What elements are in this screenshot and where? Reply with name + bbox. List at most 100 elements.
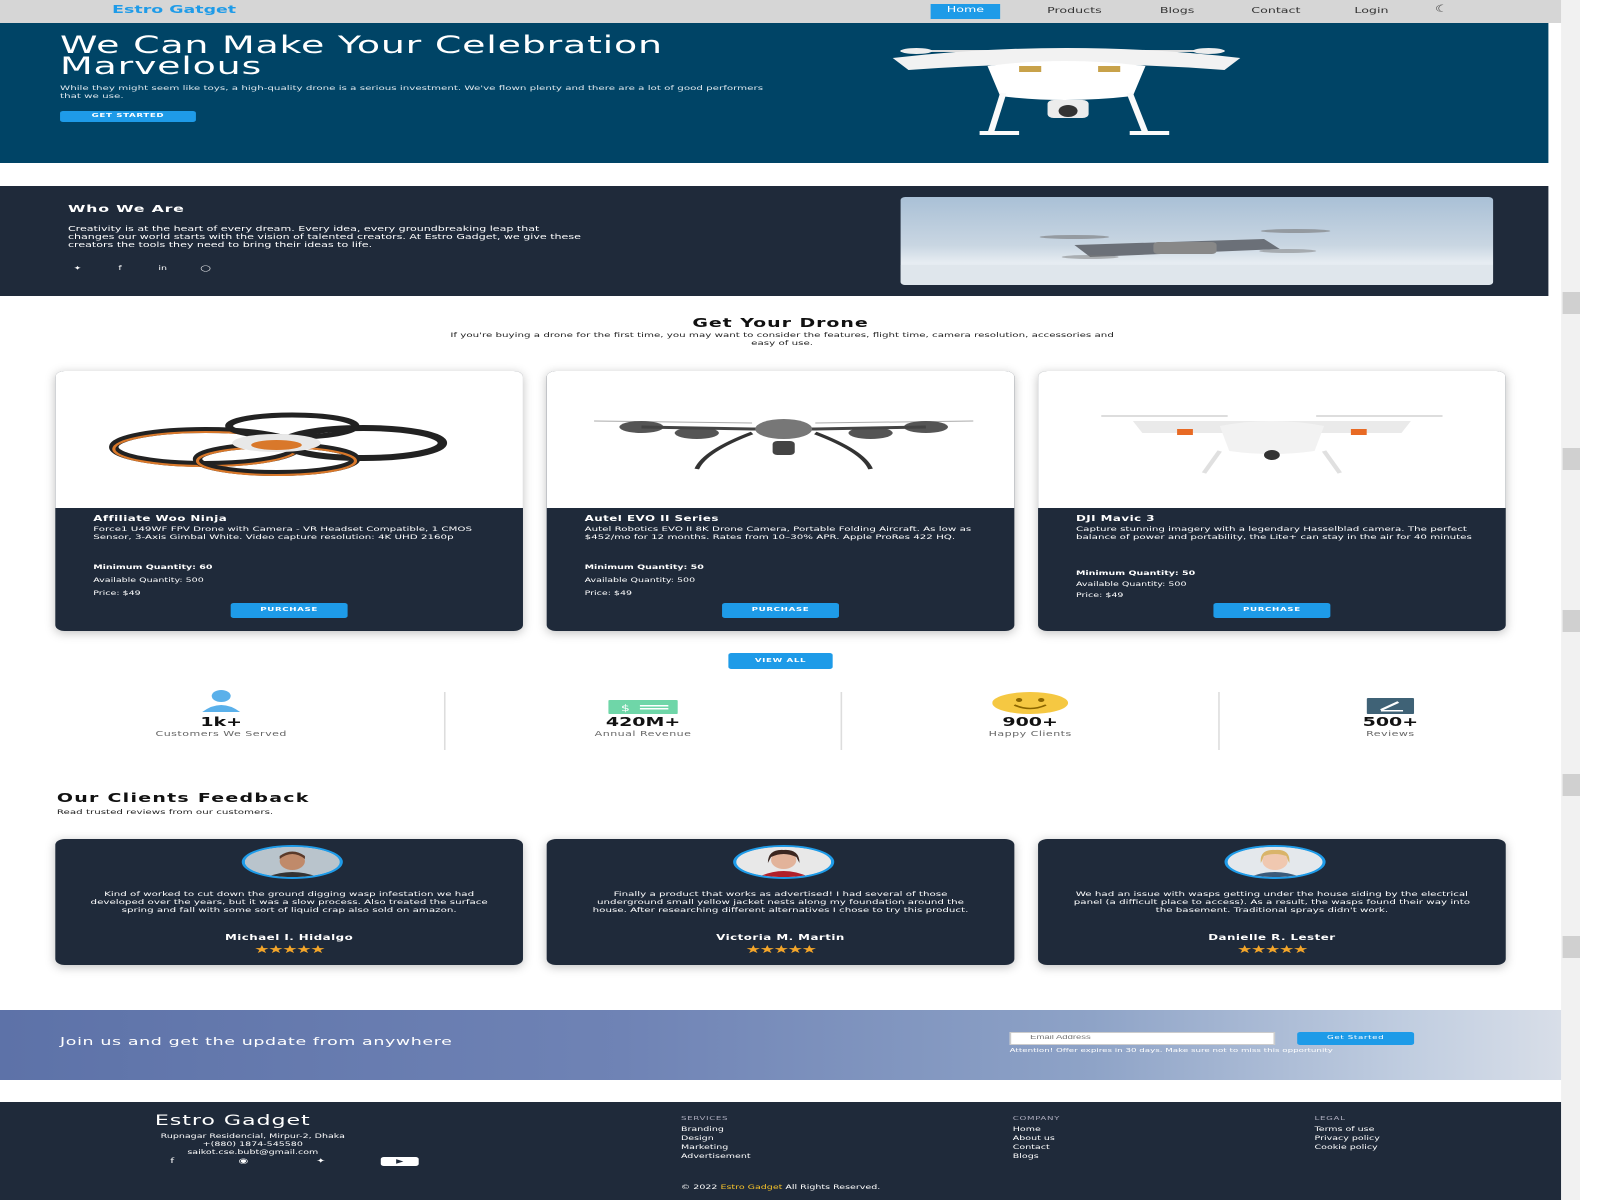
product-name: Affiliate Woo Ninja — [93, 514, 228, 523]
footer-link[interactable]: Marketing — [681, 1144, 728, 1151]
youtube-icon[interactable]: ▶ — [380, 1157, 419, 1166]
money-icon: $ — [608, 700, 678, 714]
purchase-button[interactable]: PURCHASE — [722, 603, 839, 618]
footer-company-heading: COMPANY — [1012, 1116, 1061, 1122]
stat-value: 900+ — [1002, 715, 1058, 729]
footer-services-heading: SERVICES — [680, 1116, 729, 1122]
feedback-name: Victoria M. Martin — [716, 933, 845, 942]
stat-value: 1k+ — [200, 715, 243, 729]
footer-legal-heading: LEGAL — [1314, 1116, 1346, 1122]
footer-link[interactable]: Privacy policy — [1315, 1135, 1380, 1142]
get-started-button[interactable]: GET STARTED — [60, 111, 196, 122]
footer-link[interactable]: Contact — [1013, 1144, 1050, 1151]
product-description: Autel Robotics EVO II 8K Drone Camera, P… — [584, 525, 972, 541]
hero-drone-image — [892, 48, 1241, 135]
product-min-qty: Minimum Quantity: 50 — [1075, 570, 1196, 577]
newsletter-heading: Join us and get the update from anywhere — [60, 1035, 453, 1048]
facebook-icon[interactable]: f — [164, 1157, 180, 1165]
product-available-qty: Available Quantity: 500 — [93, 577, 204, 584]
scrollbar-thumb[interactable] — [1562, 292, 1580, 314]
footer-link[interactable]: Terms of use — [1315, 1126, 1375, 1133]
feedback-text: Kind of worked to cut down the ground di… — [90, 890, 488, 914]
instagram-icon[interactable]: ◉ — [232, 1157, 254, 1165]
product-image — [1038, 371, 1506, 508]
scrollbar-thumb[interactable] — [1562, 610, 1580, 632]
product-available-qty: Available Quantity: 500 — [1075, 581, 1187, 588]
facebook-icon[interactable]: f — [112, 265, 128, 272]
feedback-name: Danielle R. Lester — [1208, 933, 1336, 942]
user-icon — [202, 690, 241, 712]
stat-label: Reviews — [1366, 730, 1415, 738]
who-drone-image — [900, 197, 1494, 285]
footer-link[interactable]: Blogs — [1013, 1153, 1039, 1160]
linkedin-icon[interactable]: in — [155, 265, 171, 272]
copyright: © 2022 Estro Gadget All Rights Reserved. — [0, 1184, 1561, 1191]
avatar — [241, 845, 343, 879]
footer-link[interactable]: About us — [1013, 1135, 1055, 1142]
scrollbar-thumb[interactable] — [1562, 936, 1580, 958]
footer-link[interactable]: Advertisement — [681, 1153, 751, 1160]
brand-logo[interactable]: Estro Gatget — [112, 3, 236, 16]
purchase-button[interactable]: PURCHASE — [1213, 603, 1331, 618]
feedback-subtitle: Read trusted reviews from our customers. — [56, 808, 274, 816]
email-input[interactable] — [1009, 1032, 1276, 1045]
star-rating-icon: ★★★★★ — [1236, 943, 1309, 956]
subscribe-button[interactable]: Get Started — [1297, 1032, 1415, 1045]
footer-link[interactable]: Cookie policy — [1315, 1144, 1378, 1151]
stat-divider — [443, 692, 446, 750]
hero-subtitle: While they might seem like toys, a high-… — [60, 84, 764, 100]
footer-brand: Estro Gadget — [154, 1113, 311, 1129]
stat-label: Happy Clients — [988, 730, 1072, 738]
product-name: DJI Mavic 3 — [1075, 514, 1155, 523]
product-card: Affiliate Woo Ninja Force1 U49WF FPV Dro… — [55, 371, 523, 631]
nav-blogs[interactable]: Blogs — [1146, 5, 1209, 20]
star-rating-icon: ★★★★★ — [254, 943, 326, 956]
stat-value: 500+ — [1362, 715, 1419, 729]
feedback-card: We had an issue with wasps getting under… — [1038, 839, 1506, 965]
view-all-button[interactable]: VIEW ALL — [728, 653, 833, 669]
footer-link[interactable]: Design — [681, 1135, 714, 1142]
product-card: Autel EVO II Series Autel Robotics EVO I… — [546, 371, 1015, 631]
hero-title: We Can Make Your Celebration Marvelous — [60, 31, 663, 80]
feedback-text: We had an issue with wasps getting under… — [1073, 890, 1471, 914]
product-description: Force1 U49WF FPV Drone with Camera - VR … — [93, 525, 473, 541]
stat-label: Customers We Served — [155, 730, 287, 738]
star-rating-icon: ★★★★★ — [745, 943, 818, 956]
who-title: Who We Are — [67, 204, 185, 215]
twitter-icon[interactable]: ✦ — [307, 1157, 335, 1165]
footer-link[interactable]: Home — [1013, 1126, 1041, 1133]
product-price: Price: $49 — [1075, 592, 1124, 599]
review-icon — [1366, 698, 1415, 714]
nav-home[interactable]: Home — [930, 4, 1001, 19]
feedback-card: Kind of worked to cut down the ground di… — [55, 839, 523, 965]
twitter-icon[interactable]: ✦ — [70, 265, 86, 272]
product-description: Capture stunning imagery with a legendar… — [1075, 525, 1472, 541]
theme-toggle-icon[interactable]: ☾ — [1435, 4, 1449, 15]
product-name: Autel EVO II Series — [584, 514, 719, 523]
scrollbar-thumb[interactable] — [1562, 448, 1580, 470]
footer-link[interactable]: Branding — [681, 1126, 724, 1133]
feedback-name: Michael I. Hidalgo — [225, 933, 354, 942]
product-min-qty: Minimum Quantity: 50 — [584, 564, 704, 571]
svg-text:$: $ — [621, 703, 630, 714]
nav-products[interactable]: Products — [1035, 5, 1114, 20]
smiley-icon — [992, 692, 1069, 714]
nav-login[interactable]: Login — [1340, 5, 1403, 20]
nav-contact[interactable]: Contact — [1240, 5, 1311, 20]
stat-value: 420M+ — [605, 715, 681, 729]
avatar — [733, 845, 835, 879]
product-card: DJI Mavic 3 Capture stunning imagery wit… — [1038, 371, 1506, 631]
top-navbar: Estro Gatget Home Products Blogs Contact… — [0, 0, 1580, 23]
scrollbar-thumb[interactable] — [1562, 774, 1580, 796]
copyright-brand[interactable]: Estro Gadget — [720, 1184, 782, 1191]
copyright-text: All Rights Reserved. — [785, 1184, 881, 1191]
purchase-button[interactable]: PURCHASE — [230, 603, 348, 618]
avatar — [1224, 845, 1326, 879]
product-available-qty: Available Quantity: 500 — [584, 577, 696, 584]
page-scrollbar[interactable] — [1561, 0, 1580, 1200]
feedback-text: Finally a product that works as advertis… — [592, 890, 969, 914]
github-icon[interactable]: ◯ — [198, 265, 214, 272]
stat-label: Annual Revenue — [594, 730, 692, 738]
copyright-year: © 2022 — [680, 1184, 718, 1191]
newsletter-note: Attention! Offer expires in 30 days. Mak… — [1009, 1048, 1333, 1054]
